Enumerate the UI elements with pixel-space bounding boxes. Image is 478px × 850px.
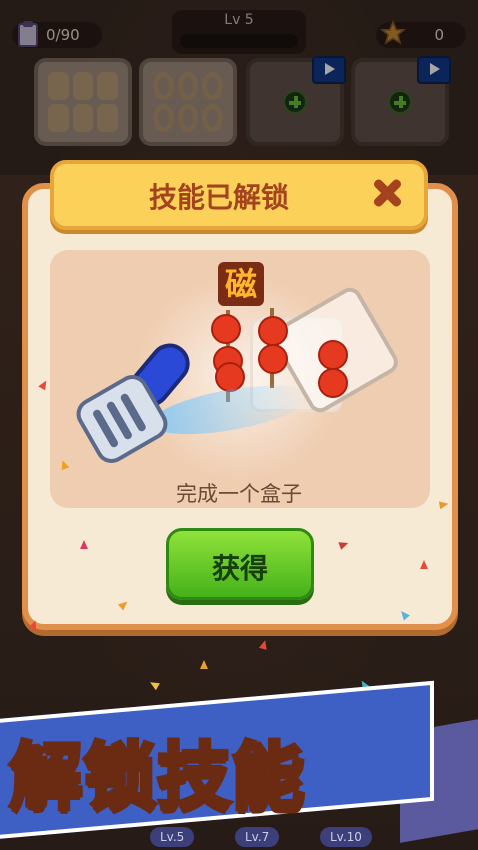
bottom-level-tag: Lv.10 <box>320 827 372 847</box>
tomato-ball <box>211 314 241 344</box>
unlock-skill-banner: 解锁技能 <box>7 733 307 822</box>
tomato-ball <box>258 344 288 374</box>
claim-button-label: 获得 <box>211 552 268 585</box>
dialog-title: 技能已解锁 <box>148 181 289 214</box>
tomato-ball <box>318 340 348 370</box>
tomato-ball <box>318 368 348 398</box>
magnet-skill-badge: 磁 <box>218 262 264 306</box>
tomato-ball <box>258 316 288 346</box>
close-icon[interactable] <box>368 174 406 212</box>
bottom-level-tag: Lv.5 <box>150 827 195 847</box>
skill-description: 完成一个盒子 <box>176 482 302 506</box>
bottom-level-tag: Lv.7 <box>235 827 280 847</box>
claim-button[interactable]: 获得 <box>166 528 314 600</box>
dialog-title-bar: 技能已解锁 <box>50 160 428 230</box>
